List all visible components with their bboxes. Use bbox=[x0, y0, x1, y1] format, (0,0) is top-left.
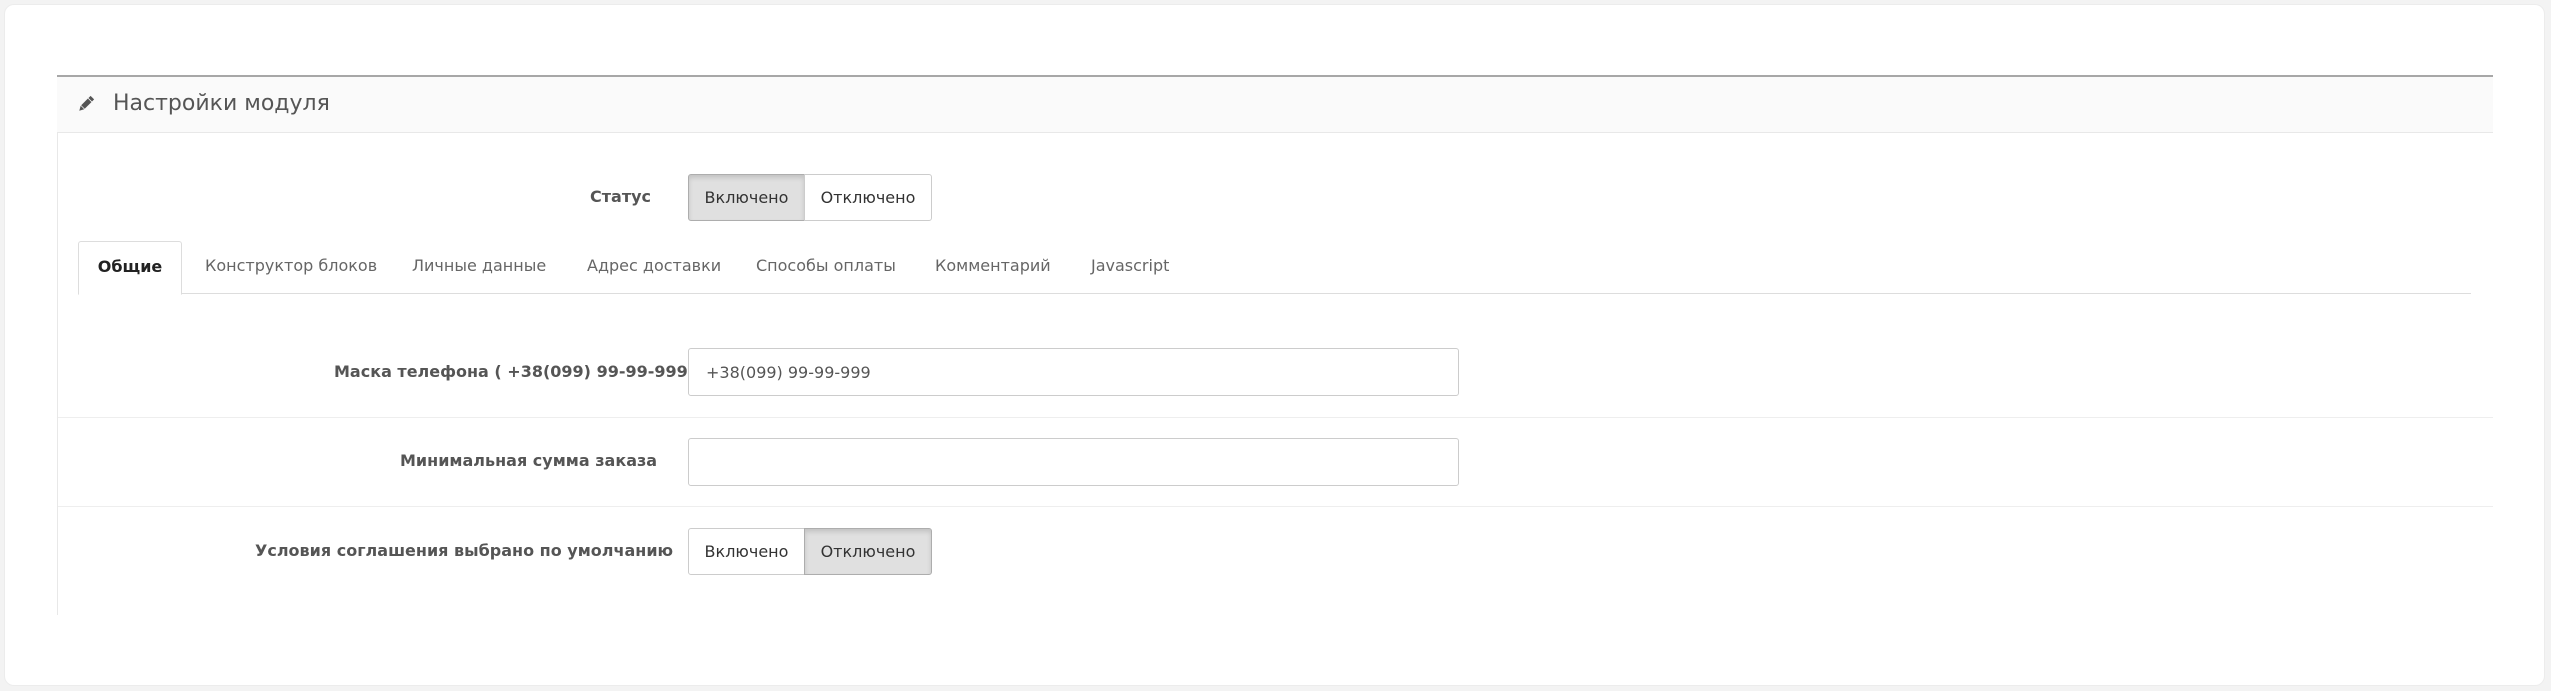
tab-block-constructor[interactable]: Конструктор блоков bbox=[205, 241, 377, 294]
agreement-enabled-button[interactable]: Включено bbox=[688, 528, 805, 575]
row-divider bbox=[58, 506, 2493, 507]
phone-mask-label: Маска телефона ( +38(099) 99-99-999 ) bbox=[334, 362, 701, 381]
pencil-icon bbox=[79, 95, 95, 111]
panel-heading: Настройки модуля bbox=[57, 77, 2493, 133]
panel-title: Настройки модуля bbox=[113, 91, 330, 116]
tab-personal-data[interactable]: Личные данные bbox=[412, 241, 546, 294]
agreement-default-label: Условия соглашения выбрано по умолчанию bbox=[255, 541, 674, 560]
status-toggle: Включено Отключено bbox=[688, 174, 932, 221]
tab-delivery-address[interactable]: Адрес доставки bbox=[587, 241, 721, 294]
agreement-default-toggle: Включено Отключено bbox=[688, 528, 932, 575]
status-disabled-button[interactable]: Отключено bbox=[804, 174, 932, 221]
phone-mask-input[interactable] bbox=[688, 348, 1459, 396]
min-order-label: Минимальная сумма заказа bbox=[400, 451, 658, 470]
agreement-disabled-button[interactable]: Отключено bbox=[804, 528, 932, 575]
status-label: Статус bbox=[590, 187, 651, 206]
settings-tabs: Общие Конструктор блоков Личные данные А… bbox=[78, 241, 2471, 295]
status-enabled-button[interactable]: Включено bbox=[688, 174, 805, 221]
row-divider bbox=[58, 417, 2493, 418]
panel-left-border bbox=[57, 77, 58, 615]
tab-payment-methods[interactable]: Способы оплаты bbox=[756, 241, 896, 294]
tab-general[interactable]: Общие bbox=[78, 241, 182, 295]
tab-javascript[interactable]: Javascript bbox=[1091, 241, 1169, 294]
min-order-input[interactable] bbox=[688, 438, 1459, 486]
tab-comment[interactable]: Комментарий bbox=[935, 241, 1051, 294]
module-settings-panel: Настройки модуля bbox=[57, 75, 2493, 615]
